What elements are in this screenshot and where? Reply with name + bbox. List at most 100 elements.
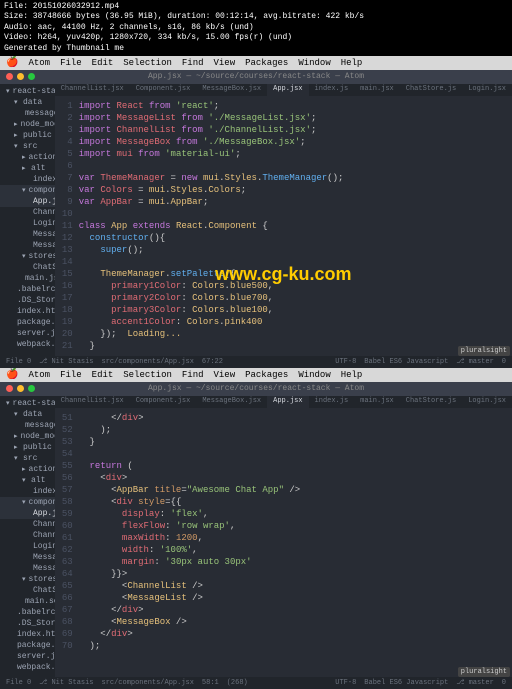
status-item[interactable]: ⎇ Nit Stasis [39, 357, 93, 366]
tree-file[interactable]: main.scss [0, 596, 55, 607]
menu-item[interactable]: File [60, 370, 82, 380]
editor-tab[interactable]: main.jsx [354, 84, 400, 96]
close-icon[interactable] [6, 73, 13, 80]
apple-icon[interactable]: 🍎 [6, 57, 18, 69]
editor-tab[interactable]: index.js [309, 396, 355, 408]
editor-pane[interactable]: ChannelList.jsxComponent.jsxMessageBox.j… [55, 396, 512, 677]
menu-item[interactable]: Find [182, 58, 204, 68]
editor-tab[interactable]: Component.jsx [130, 84, 197, 96]
tree-folder[interactable]: ▾src [0, 453, 55, 464]
tree-folder[interactable]: ▸public [0, 442, 55, 453]
tree-file[interactable]: index.js [0, 174, 55, 185]
titlebar[interactable]: App.jsx — ~/source/courses/react-stack —… [0, 382, 512, 396]
tree-folder[interactable]: ▾stores [0, 251, 55, 262]
menu-item[interactable]: File [60, 58, 82, 68]
editor-tab[interactable]: Login.jsx [462, 396, 512, 408]
close-icon[interactable] [6, 385, 13, 392]
editor-tab[interactable]: App.jsx [267, 84, 308, 96]
tree-folder[interactable]: ▾react-stack [0, 398, 55, 409]
status-item[interactable]: (268) [227, 679, 248, 687]
menu-item[interactable]: Selection [123, 370, 172, 380]
status-item[interactable]: ⎇ Nit Stasis [39, 678, 93, 687]
tree-file[interactable]: .babelrc [0, 284, 55, 295]
tree-file[interactable]: .babelrc [0, 607, 55, 618]
tree-file[interactable]: Channel.jsx [0, 519, 55, 530]
menu-item[interactable]: Atom [28, 370, 50, 380]
editor-tab[interactable]: MessageBox.jsx [196, 84, 267, 96]
menu-item[interactable]: Packages [245, 58, 288, 68]
editor-pane[interactable]: ChannelList.jsxComponent.jsxMessageBox.j… [55, 84, 512, 356]
file-tree[interactable]: ▾react-stack▾datamessages.json▸node_modu… [0, 396, 55, 677]
editor-tab[interactable]: index.js [309, 84, 355, 96]
tree-folder[interactable]: ▾react-stack [0, 86, 55, 97]
editor-tab[interactable]: ChatStore.js [400, 396, 462, 408]
status-item[interactable]: File 0 [6, 358, 31, 366]
status-item[interactable]: 0 [502, 679, 506, 687]
tree-file[interactable]: server.js [0, 328, 55, 339]
titlebar[interactable]: App.jsx — ~/source/courses/react-stack —… [0, 70, 512, 84]
code-lines[interactable]: import React from 'react';import Message… [79, 100, 512, 352]
status-item[interactable]: Babel ES6 Javascript [364, 358, 448, 366]
status-item[interactable]: Babel ES6 Javascript [364, 679, 448, 687]
menu-item[interactable]: Edit [92, 58, 114, 68]
tree-folder[interactable]: ▾alt [0, 475, 55, 486]
tree-file[interactable]: MessageBox.jsx [0, 229, 55, 240]
zoom-icon[interactable] [28, 73, 35, 80]
status-item[interactable]: File 0 [6, 679, 31, 687]
tree-file[interactable]: ChatStore.js [0, 262, 55, 273]
tree-folder[interactable]: ▾data [0, 409, 55, 420]
status-item[interactable]: 0 [502, 358, 506, 366]
tree-file[interactable]: index.js [0, 486, 55, 497]
tree-file[interactable]: App.jsx [0, 196, 55, 207]
tree-file[interactable]: .DS_Store [0, 295, 55, 306]
tree-file[interactable]: messages.json [0, 420, 55, 431]
editor-tab[interactable]: ChannelList.jsx [55, 84, 130, 96]
tree-folder[interactable]: ▾data [0, 97, 55, 108]
tree-file[interactable]: MessageList.jsx [0, 240, 55, 251]
tree-folder[interactable]: ▾components [0, 185, 55, 196]
tree-file[interactable]: MessageList.jsx [0, 563, 55, 574]
menu-item[interactable]: Edit [92, 370, 114, 380]
status-item[interactable]: 58:1 [202, 679, 219, 687]
editor-tab[interactable]: main.jsx [354, 396, 400, 408]
apple-icon[interactable]: 🍎 [6, 369, 18, 381]
tree-file[interactable]: ChannelList.jsx [0, 207, 55, 218]
tree-file[interactable]: package.json [0, 317, 55, 328]
menu-item[interactable]: Window [298, 370, 330, 380]
tree-folder[interactable]: ▸actions [0, 464, 55, 475]
tree-file[interactable]: index.html [0, 629, 55, 640]
zoom-icon[interactable] [28, 385, 35, 392]
tree-folder[interactable]: ▾src [0, 141, 55, 152]
tree-folder[interactable]: ▸alt [0, 163, 55, 174]
editor-tab[interactable]: Login.jsx [462, 84, 512, 96]
editor-tab[interactable]: App.jsx [267, 396, 308, 408]
tree-file[interactable]: .DS_Store [0, 618, 55, 629]
tree-file[interactable]: package.json [0, 640, 55, 651]
tree-file[interactable]: webpack.config.js [0, 339, 55, 350]
status-item[interactable]: 67:22 [202, 358, 223, 366]
status-item[interactable]: src/components/App.jsx [102, 679, 194, 687]
tree-file[interactable]: Login.jsx [0, 218, 55, 229]
menu-item[interactable]: Window [298, 58, 330, 68]
editor-tab[interactable]: MessageBox.jsx [196, 396, 267, 408]
status-item[interactable]: UTF-8 [335, 679, 356, 687]
editor-tab[interactable]: ChannelList.jsx [55, 396, 130, 408]
menu-item[interactable]: View [214, 370, 236, 380]
menu-item[interactable]: Find [182, 370, 204, 380]
tree-folder[interactable]: ▸actions [0, 152, 55, 163]
menu-item[interactable]: Selection [123, 58, 172, 68]
minimize-icon[interactable] [17, 385, 24, 392]
tree-folder[interactable]: ▾components [0, 497, 55, 508]
tree-file[interactable]: server.js [0, 651, 55, 662]
tree-folder[interactable]: ▸node_modules [0, 431, 55, 442]
tree-file[interactable]: ChannelList.jsx [0, 530, 55, 541]
menu-item[interactable]: View [214, 58, 236, 68]
menu-item[interactable]: Atom [28, 58, 50, 68]
status-item[interactable]: UTF-8 [335, 358, 356, 366]
tree-file[interactable]: messages.json [0, 108, 55, 119]
menu-item[interactable]: Help [341, 58, 363, 68]
tree-file[interactable]: MessageBox.jsx [0, 552, 55, 563]
tree-file[interactable]: App.jsx [0, 508, 55, 519]
status-item[interactable]: ⎇ master [456, 357, 493, 366]
status-item[interactable]: ⎇ master [456, 678, 493, 687]
